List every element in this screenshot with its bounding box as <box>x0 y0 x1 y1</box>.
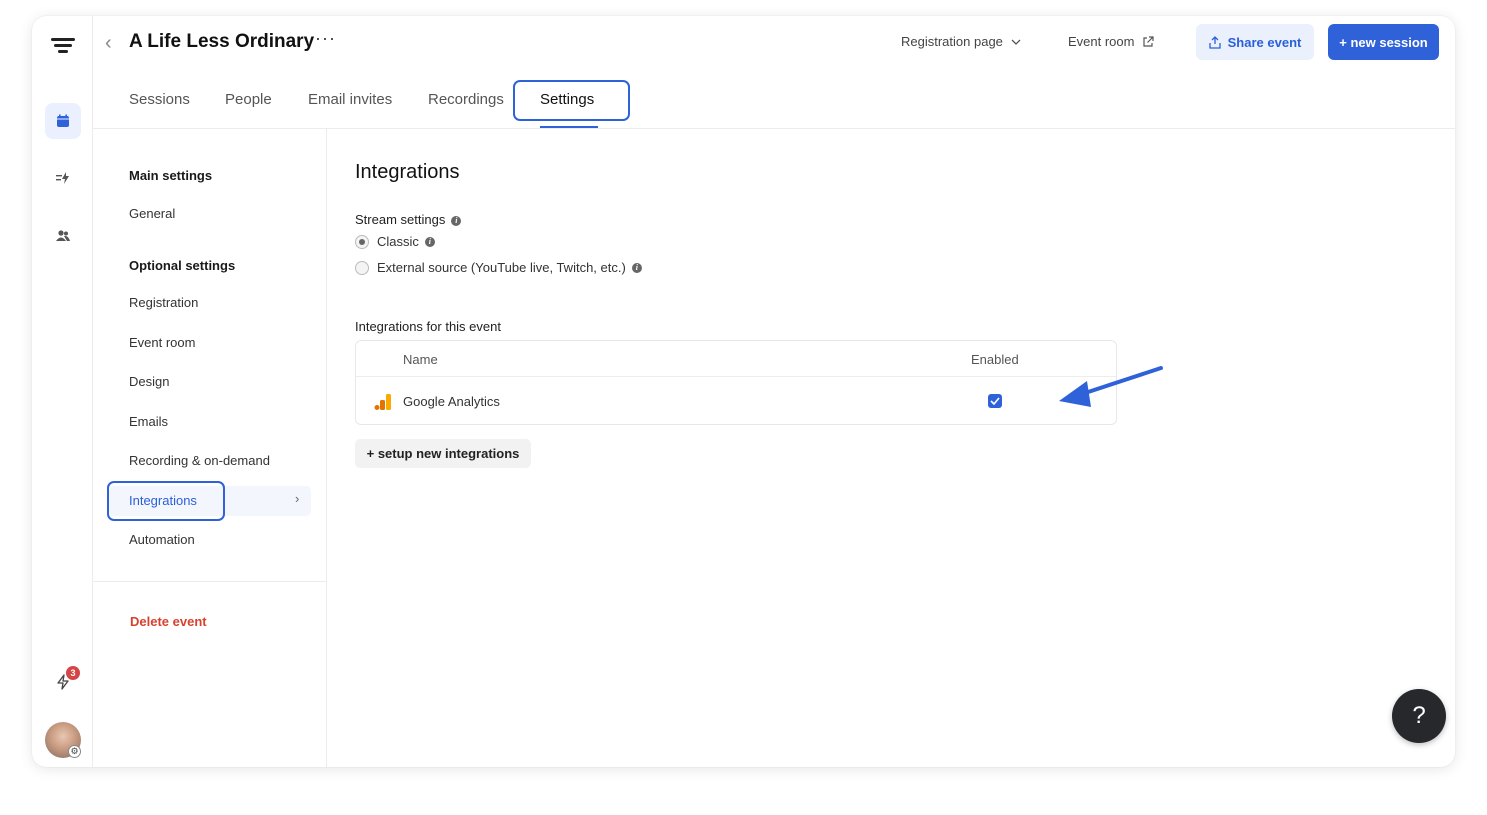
share-event-button[interactable]: Share event <box>1196 24 1314 60</box>
tab-people[interactable]: People <box>225 91 272 108</box>
integrations-for-event-label: Integrations for this event <box>355 319 501 334</box>
google-analytics-icon <box>374 394 391 410</box>
integrations-table: Name Enabled Google Analytics <box>355 340 1117 425</box>
tab-sessions[interactable]: Sessions <box>129 91 190 108</box>
header: ‹ A Life Less Ordinary ··· Registration … <box>93 16 1455 129</box>
stream-settings-text: Stream settings <box>355 212 446 227</box>
sidebar-item-automation[interactable]: Automation <box>129 532 195 547</box>
setup-new-integrations-button[interactable]: + setup new integrations <box>355 439 531 468</box>
integrations-highlight <box>107 481 225 521</box>
main-content: Integrations Stream settings i Classic i E… <box>327 129 1455 767</box>
sidebar-item-design[interactable]: Design <box>129 374 169 389</box>
event-room-label: Event room <box>1068 34 1135 49</box>
sidebar-item-event-room[interactable]: Event room <box>129 335 195 350</box>
share-icon <box>1208 35 1221 49</box>
gear-icon[interactable]: ⚙ <box>68 745 81 758</box>
lightning-list-icon[interactable] <box>45 160 81 196</box>
column-header-name: Name <box>403 352 438 367</box>
help-button[interactable]: ? <box>1392 689 1446 743</box>
info-icon[interactable]: i <box>631 262 642 273</box>
page-title: A Life Less Ordinary <box>129 31 315 52</box>
more-icon[interactable]: ··· <box>315 28 336 49</box>
registration-page-label: Registration page <box>901 34 1003 49</box>
delete-event-button[interactable]: Delete event <box>130 614 207 629</box>
sidebar-divider <box>93 581 327 582</box>
column-header-enabled: Enabled <box>971 352 1019 367</box>
share-event-label: Share event <box>1227 34 1302 50</box>
radio-button[interactable] <box>355 260 369 275</box>
sidebar-item-emails[interactable]: Emails <box>129 414 168 429</box>
settings-highlight <box>513 80 630 121</box>
active-tab-indicator <box>540 126 598 128</box>
sidebar-item-general[interactable]: General <box>129 206 175 221</box>
integrations-heading: Integrations <box>355 161 460 183</box>
external-link-icon <box>1143 35 1155 47</box>
radio-external-label: External source (YouTube live, Twitch, e… <box>377 260 626 275</box>
info-icon[interactable]: i <box>424 236 435 247</box>
radio-classic[interactable]: Classic i <box>355 234 435 249</box>
calendar-icon[interactable] <box>45 103 81 139</box>
settings-sidebar: Main settings General Optional settings … <box>93 129 327 767</box>
app-window: 3 ⚙ ‹ A Life Less Ordinary ··· Registrat… <box>32 16 1455 767</box>
logo-icon[interactable] <box>51 38 75 56</box>
radio-button-selected[interactable] <box>355 234 369 249</box>
optional-settings-heading: Optional settings <box>129 258 236 273</box>
info-icon[interactable]: i <box>451 215 462 226</box>
enabled-checkbox[interactable] <box>988 394 1002 408</box>
tab-recordings[interactable]: Recordings <box>428 91 504 108</box>
back-chevron-icon[interactable]: ‹ <box>105 32 112 55</box>
table-divider <box>356 376 1116 377</box>
left-rail: 3 ⚙ <box>32 16 93 767</box>
event-room-link[interactable]: Event room <box>1068 34 1155 49</box>
checkmark-icon <box>990 397 1000 405</box>
chevron-down-icon <box>1011 39 1021 45</box>
stream-settings-label: Stream settings i <box>355 212 462 227</box>
chevron-right-icon: › <box>295 491 300 506</box>
sidebar-item-registration[interactable]: Registration <box>129 295 198 310</box>
annotation-arrow-icon <box>1059 366 1163 407</box>
radio-classic-label: Classic <box>377 234 419 249</box>
registration-page-dropdown[interactable]: Registration page <box>901 34 1021 49</box>
sidebar-item-recording[interactable]: Recording & on-demand <box>129 453 270 468</box>
integration-name: Google Analytics <box>403 394 500 409</box>
radio-external-source[interactable]: External source (YouTube live, Twitch, e… <box>355 260 642 275</box>
notification-badge: 3 <box>66 666 80 680</box>
main-settings-heading: Main settings <box>129 168 213 183</box>
tab-email-invites[interactable]: Email invites <box>308 91 392 108</box>
new-session-button[interactable]: + new session <box>1328 24 1439 60</box>
people-icon[interactable] <box>45 218 81 254</box>
